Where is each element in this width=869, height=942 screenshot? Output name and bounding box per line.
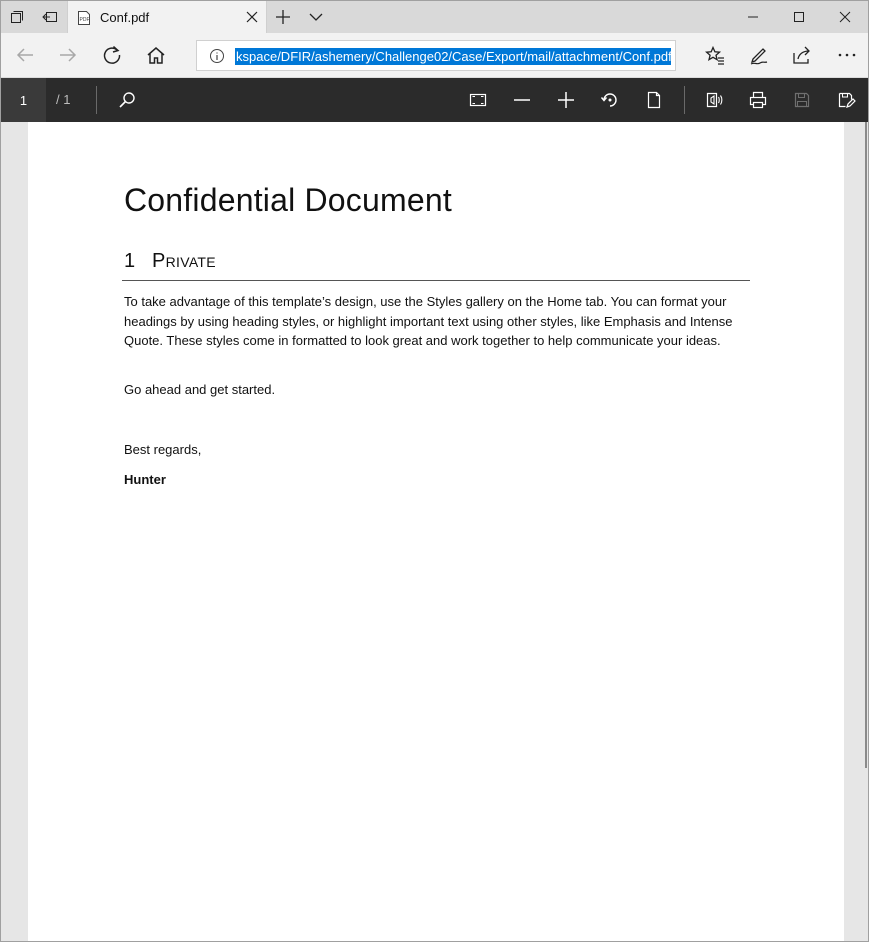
fit-page-icon[interactable] xyxy=(462,84,494,116)
more-icon[interactable] xyxy=(831,39,863,71)
pdf-page: Confidential Document 1 Private To take a… xyxy=(28,122,844,941)
navigation-bar: kspace/DFIR/ashemery/Challenge02/Case/Ex… xyxy=(1,33,868,78)
page-layout-icon[interactable] xyxy=(638,84,670,116)
address-bar[interactable]: kspace/DFIR/ashemery/Challenge02/Case/Ex… xyxy=(196,40,676,71)
info-icon[interactable] xyxy=(209,48,225,64)
close-tab-icon[interactable] xyxy=(244,9,260,25)
close-icon[interactable] xyxy=(822,1,868,33)
forward-arrow-icon[interactable] xyxy=(52,39,84,71)
pdf-viewer[interactable]: Confidential Document 1 Private To take a… xyxy=(1,122,868,941)
zoom-out-icon[interactable] xyxy=(506,84,538,116)
tab-bar: PDF Conf.pdf xyxy=(1,1,868,33)
minimize-icon[interactable] xyxy=(730,1,776,33)
closing-line: Best regards, xyxy=(124,442,202,457)
section-label: Private xyxy=(152,250,216,272)
print-icon[interactable] xyxy=(742,84,774,116)
toolbar-divider xyxy=(684,86,685,114)
chevron-down-icon[interactable] xyxy=(306,7,326,27)
zoom-in-icon[interactable] xyxy=(550,84,582,116)
tabs-aside-icon[interactable] xyxy=(1,1,33,33)
save-as-icon[interactable] xyxy=(830,84,862,116)
maximize-icon[interactable] xyxy=(776,1,822,33)
favorites-star-icon[interactable] xyxy=(699,39,731,71)
scrollbar[interactable] xyxy=(844,122,868,941)
heading-rule xyxy=(122,280,750,281)
back-arrow-icon[interactable] xyxy=(9,39,41,71)
tab-title: Conf.pdf xyxy=(100,10,150,25)
toolbar-divider xyxy=(96,86,97,114)
section-number: 1 xyxy=(124,250,136,272)
browser-window: PDF Conf.pdf kspace/DFIR/ashemery/Challe… xyxy=(0,0,869,942)
tabs-back-icon[interactable] xyxy=(34,1,66,33)
document-title: Confidential Document xyxy=(124,182,452,218)
url-text[interactable]: kspace/DFIR/ashemery/Challenge02/Case/Ex… xyxy=(235,48,671,65)
refresh-icon[interactable] xyxy=(96,39,128,71)
page-number-input[interactable]: 1 xyxy=(1,78,46,122)
page-total: / 1 xyxy=(56,92,71,107)
plus-icon[interactable] xyxy=(273,7,293,27)
home-icon[interactable] xyxy=(140,39,172,71)
read-aloud-icon[interactable] xyxy=(698,84,730,116)
scrollbar-thumb[interactable] xyxy=(865,122,867,768)
pen-icon[interactable] xyxy=(743,39,775,71)
svg-text:PDF: PDF xyxy=(80,17,90,23)
body-paragraph: To take advantage of this template’s des… xyxy=(124,294,733,348)
save-icon[interactable] xyxy=(786,84,818,116)
pdf-file-icon: PDF xyxy=(76,10,92,26)
body-line: Go ahead and get started. xyxy=(124,382,276,397)
pdf-toolbar: 1 / 1 xyxy=(1,78,868,122)
tab-conf-pdf[interactable]: PDF Conf.pdf xyxy=(67,1,267,33)
section-heading: 1 Private xyxy=(124,250,750,273)
signature-name: Hunter xyxy=(124,472,166,487)
search-icon[interactable] xyxy=(111,84,143,116)
rotate-icon[interactable] xyxy=(594,84,626,116)
share-icon[interactable] xyxy=(786,39,818,71)
